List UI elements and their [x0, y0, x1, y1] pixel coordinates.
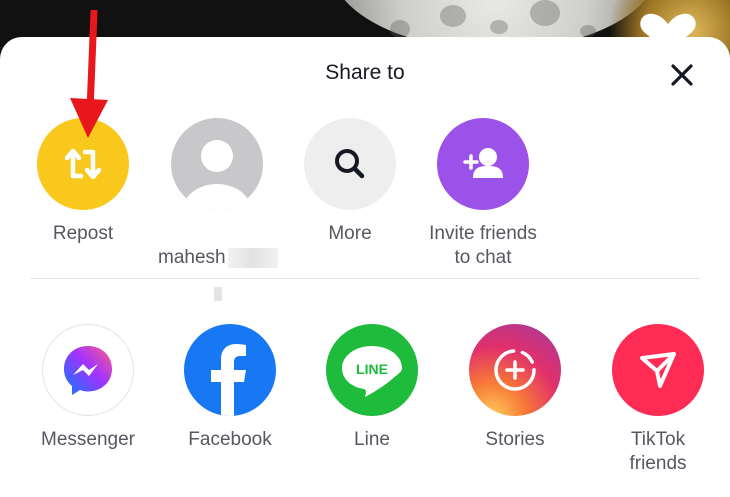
line-label: Line [354, 429, 390, 450]
share-stories[interactable]: Stories [445, 324, 585, 452]
section-divider [30, 278, 700, 279]
stories-label: Stories [485, 429, 545, 450]
share-line[interactable]: LINE Line [302, 324, 442, 452]
messenger-label: Messenger [41, 429, 135, 450]
repost-label: Repost [52, 223, 114, 244]
share-facebook[interactable]: Facebook [160, 324, 300, 452]
invite-friends-label: Invite friends to chat [429, 223, 537, 268]
search-icon [304, 118, 396, 210]
facebook-icon [184, 324, 276, 416]
close-icon [671, 64, 693, 86]
red-arrow-annotation [70, 10, 108, 138]
share-messenger[interactable]: Messenger [18, 324, 158, 452]
avatar-placeholder-icon [171, 118, 263, 210]
messenger-icon [42, 324, 134, 416]
contact-name-label: mahesh [158, 247, 226, 268]
send-icon [612, 324, 704, 416]
redacted-name-tail [214, 287, 222, 301]
tiktok-friends-label: TikTok friends [629, 429, 687, 474]
share-more[interactable]: More [280, 118, 420, 246]
add-user-icon [437, 118, 529, 210]
line-badge-text: LINE [356, 361, 388, 377]
close-button[interactable] [664, 57, 700, 93]
facebook-label: Facebook [188, 429, 272, 450]
share-contact-mahesh[interactable]: mahesh [147, 118, 287, 270]
share-tiktok-friends[interactable]: TikTok friends [588, 324, 728, 476]
redacted-name [227, 247, 278, 268]
line-icon: LINE [326, 324, 418, 416]
instagram-stories-icon [469, 324, 561, 416]
share-invite-friends[interactable]: Invite friends to chat [413, 118, 553, 270]
more-label: More [328, 223, 372, 244]
